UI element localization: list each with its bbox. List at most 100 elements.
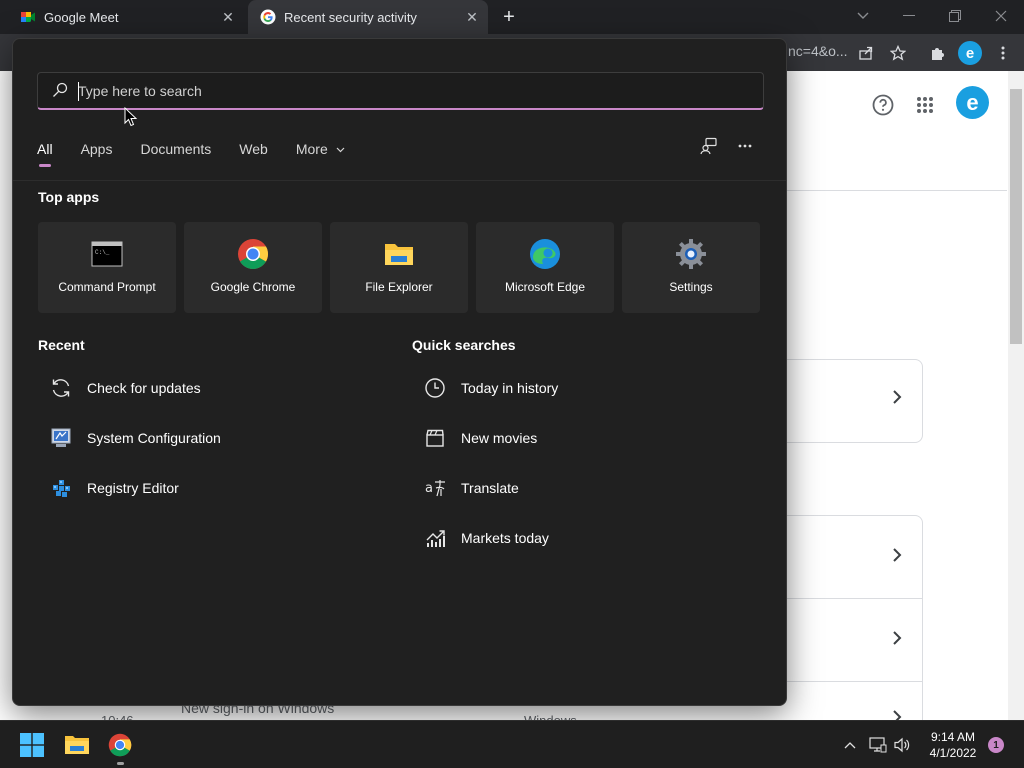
clock-time: 9:14 AM [930,730,976,744]
scrollbar-thumb[interactable] [1010,89,1022,344]
quick-search-markets-today[interactable]: Markets today [423,522,549,554]
refresh-icon [49,376,73,400]
search-box[interactable] [37,72,764,110]
chevron-down-icon [336,147,345,153]
app-label: Command Prompt [58,280,156,294]
chevron-right-icon [892,388,902,411]
panel-divider [13,180,786,181]
volume-icon[interactable] [892,735,912,755]
google-g-icon [260,9,276,25]
chart-icon [423,526,447,550]
edge-icon [529,238,561,270]
app-label: Google Chrome [210,280,296,294]
activity-card[interactable] [787,515,923,599]
show-hidden-icons-chevron-icon[interactable] [840,735,860,755]
app-tile-file-explorer[interactable]: File Explorer [330,222,468,313]
taskbar-google-chrome[interactable] [104,729,136,761]
list-item-label: New movies [461,430,538,446]
file-explorer-icon [383,238,415,270]
address-bar-text[interactable]: nc=4&o... [788,43,848,59]
recent-item-check-for-updates[interactable]: Check for updates [49,372,201,404]
header-divider [787,190,1007,191]
filter-all[interactable]: All [37,141,53,167]
quick-search-today-in-history[interactable]: Today in history [423,372,558,404]
minimize-icon[interactable] [894,6,924,26]
recent-heading: Recent [38,337,85,353]
filter-more-label: More [295,141,328,157]
network-icon[interactable] [868,735,888,755]
chrome-icon [237,238,269,270]
tab-title: Google Meet [44,9,119,25]
windows-search-panel: All Apps Documents Web More Top apps C:\… [12,38,787,706]
search-input[interactable] [78,79,738,103]
bookmark-star-icon[interactable] [887,42,909,64]
windows-taskbar: 9:14 AM 4/1/2022 1 [0,720,1024,768]
help-icon[interactable] [870,92,896,118]
list-item-label: Registry Editor [87,480,179,496]
extensions-puzzle-icon[interactable] [927,42,949,64]
list-item-label: Markets today [461,530,549,546]
command-prompt-icon: C:\_ [91,238,123,270]
chrome-menu-icon[interactable] [992,42,1014,64]
quick-search-new-movies[interactable]: New movies [423,422,537,454]
clock-date: 4/1/2022 [929,746,977,760]
google-meet-icon [20,9,36,25]
app-tile-command-prompt[interactable]: C:\_ Command Prompt [38,222,176,313]
system-clock[interactable]: 9:14 AM 4/1/2022 [920,729,986,761]
taskbar-file-explorer[interactable] [61,729,93,761]
translate-icon: a [423,476,447,500]
activity-card[interactable] [787,598,923,682]
recent-item-system-configuration[interactable]: System Configuration [49,422,221,454]
mouse-cursor-icon [124,107,138,127]
recent-item-registry-editor[interactable]: Registry Editor [49,472,179,504]
system-config-icon [49,426,73,450]
new-tab-button[interactable]: + [498,6,520,28]
list-item-label: Translate [461,480,519,496]
clock-icon [423,376,447,400]
quick-searches-heading: Quick searches [412,337,516,353]
filter-more[interactable]: More [296,141,345,157]
close-tab-icon[interactable]: ✕ [462,7,482,27]
settings-gear-icon [675,238,707,270]
filter-web[interactable]: Web [239,141,268,157]
activity-card[interactable] [787,681,923,724]
svg-text:C:\_: C:\_ [95,249,110,256]
chevron-right-icon [892,546,902,569]
share-icon[interactable] [855,42,877,64]
account-switch-icon[interactable] [698,135,720,157]
browser-profile-avatar[interactable]: e [958,41,982,65]
browser-tab-strip: Google Meet ✕ Recent security activity ✕… [0,0,1024,34]
start-button[interactable] [16,729,48,761]
more-options-icon[interactable] [734,135,756,157]
app-tile-google-chrome[interactable]: Google Chrome [184,222,322,313]
search-icon [52,82,68,98]
top-apps-heading: Top apps [38,189,100,205]
filter-documents[interactable]: Documents [140,141,211,157]
app-label: Settings [669,280,713,294]
notification-badge[interactable]: 1 [988,737,1004,753]
app-tile-microsoft-edge[interactable]: Microsoft Edge [476,222,614,313]
quick-search-translate[interactable]: a Translate [423,472,519,504]
running-indicator [117,762,124,765]
tab-recent-security-activity[interactable]: Recent security activity ✕ [248,0,488,34]
tab-search-chevron-icon[interactable] [848,6,878,26]
chrome-icon [108,733,132,757]
close-window-icon[interactable] [986,6,1016,26]
restore-icon[interactable] [940,6,970,26]
list-item-label: Check for updates [87,380,201,396]
apps-grid-icon[interactable] [912,92,938,118]
windows-logo-icon [20,733,44,757]
account-avatar[interactable]: e [956,86,989,119]
close-tab-icon[interactable]: ✕ [218,7,238,27]
chevron-right-icon [892,629,902,652]
app-tile-settings[interactable]: Settings [622,222,760,313]
clapperboard-icon [423,426,447,450]
list-item-label: Today in history [461,380,559,396]
activity-card[interactable] [787,359,923,443]
registry-editor-icon [49,476,73,500]
tab-google-meet[interactable]: Google Meet ✕ [8,0,244,34]
list-item-label: System Configuration [87,430,221,446]
search-filter-tabs: All Apps Documents Web More [37,137,373,167]
svg-text:a: a [425,481,433,496]
filter-apps[interactable]: Apps [81,141,113,157]
